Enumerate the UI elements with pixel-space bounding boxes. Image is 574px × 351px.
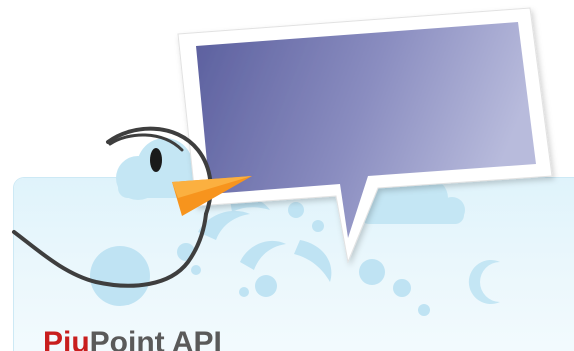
bird-eye-icon [150,148,162,172]
brand-prefix: Piu [43,326,90,351]
brand-logo-text: PiuPoint API [43,326,222,351]
swirl-decoration [198,197,332,282]
banner-header: PiuPoint API [0,0,574,351]
brand-name: Point API [89,326,222,351]
banner-illustration [12,7,553,316]
crescent-moon-icon [468,260,500,304]
speech-bubble-icon [177,7,553,264]
